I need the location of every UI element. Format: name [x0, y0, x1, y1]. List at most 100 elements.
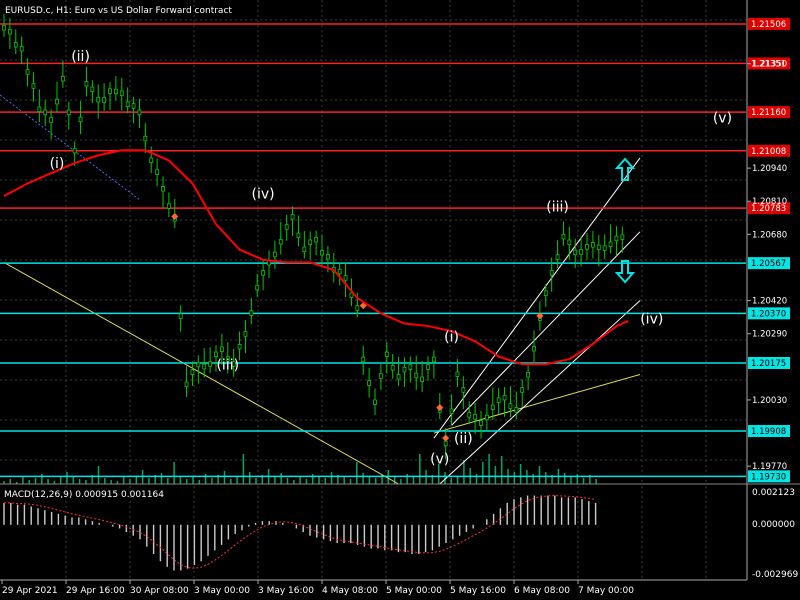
candle-body: [190, 369, 195, 375]
candle-body: [608, 241, 613, 247]
candle-body: [272, 251, 277, 258]
candle-body: [508, 403, 513, 409]
candle-body: [567, 239, 572, 245]
candle-body: [302, 246, 307, 253]
wave-label: (iv): [252, 187, 275, 203]
candle-body: [402, 366, 407, 373]
wave-label: (iv): [640, 312, 663, 328]
candle-body: [555, 254, 560, 260]
candle-body: [355, 305, 360, 311]
level-price-label: 1.20370: [751, 309, 786, 319]
time-tick-label: 4 May 08:00: [322, 586, 378, 596]
candle-body: [255, 284, 260, 291]
candle-body: [178, 313, 183, 319]
candle-body: [261, 270, 266, 276]
chart-title: EURUSD.c, H1: Euro vs US Dollar Forward …: [5, 6, 232, 16]
level-price-label: 1.21506: [751, 20, 786, 30]
wave-label: (v): [713, 110, 732, 126]
candle-body: [90, 86, 95, 93]
candle-body: [620, 234, 625, 240]
candle-body: [278, 239, 283, 245]
wave-label: (iii): [546, 199, 569, 215]
candle-body: [543, 290, 548, 296]
candle-body: [561, 233, 566, 240]
candle-body: [31, 83, 36, 89]
macd-tick-top: 0.002123: [752, 488, 795, 498]
candle-body: [308, 239, 313, 245]
level-price-label: 1.20175: [751, 359, 786, 369]
candle-body: [72, 147, 77, 154]
candle-body: [343, 275, 348, 281]
candle-body: [396, 374, 401, 380]
candle-body: [443, 440, 448, 447]
price-tick-label: 1.21350: [752, 60, 787, 70]
candle-body: [25, 69, 30, 75]
candle-body: [149, 157, 154, 163]
candle-body: [373, 399, 377, 405]
macd-label: MACD(12,26,9) 0.000915 0.001164: [4, 490, 164, 500]
time-tick-label: 7 May 00:00: [578, 586, 634, 596]
candle-body: [614, 235, 619, 242]
macd-tick-bottom: -0.002969: [752, 570, 798, 580]
time-tick-label: 30 Apr 08:00: [130, 586, 189, 596]
candle-body: [579, 249, 584, 255]
candle-body: [526, 372, 531, 378]
price-tick-label: 1.20810: [752, 197, 787, 207]
candle-body: [479, 420, 483, 426]
candle-body: [549, 270, 554, 276]
candle-body: [13, 42, 18, 48]
candle-body: [431, 356, 436, 363]
candle-body: [502, 394, 507, 401]
candle-body: [455, 371, 460, 377]
candle-body: [108, 88, 112, 94]
level-price-label: 1.19908: [751, 427, 786, 437]
candle-body: [219, 346, 224, 352]
candle-body: [237, 344, 242, 350]
candle-body: [137, 109, 142, 116]
candle-body: [596, 244, 601, 251]
level-price-label: 1.19730: [751, 472, 786, 482]
candle-body: [325, 253, 330, 260]
time-tick-label: 6 May 08:00: [514, 586, 570, 596]
time-tick-label: 3 May 16:00: [258, 586, 314, 596]
time-tick-label: 29 Apr 2021: [2, 586, 58, 596]
candle-body: [520, 387, 525, 393]
candle-body: [390, 365, 395, 371]
price-tick-label: 1.20030: [752, 396, 787, 406]
time-tick-label: 5 May 16:00: [450, 586, 506, 596]
wave-label: (ii): [71, 49, 90, 65]
candle-body: [249, 310, 254, 316]
candle-body: [378, 373, 383, 379]
candle-body: [19, 45, 24, 52]
candle-body: [420, 376, 425, 382]
level-price-label: 1.20567: [751, 259, 786, 269]
price-tick-label: 1.20680: [752, 230, 787, 240]
candle-body: [243, 331, 248, 337]
candle-body: [426, 364, 430, 370]
candle-body: [155, 169, 160, 175]
candle-body: [60, 76, 65, 82]
candle-body: [361, 356, 366, 363]
chart-window[interactable]: (ii) (i) (iv) (iii) (v) (i) (ii) (iii) (iv) (v) E…: [0, 0, 800, 600]
candle-body: [384, 351, 389, 358]
candle-body: [296, 232, 301, 239]
wave-label: (iii): [216, 357, 239, 373]
candle-body: [573, 249, 578, 256]
candle-body: [514, 407, 519, 413]
wave-label: (v): [430, 452, 449, 468]
candle-body: [496, 397, 501, 403]
candle-body: [414, 372, 419, 379]
candle-body: [55, 98, 59, 105]
candle-body: [602, 245, 607, 251]
time-tick-label: 29 Apr 16:00: [66, 586, 125, 596]
level-price-label: 1.21160: [751, 108, 786, 118]
candle-body: [161, 186, 165, 192]
candle-body: [49, 117, 54, 123]
candle-body: [532, 346, 536, 352]
wave-label: (i): [50, 156, 65, 172]
time-tick-label: 5 May 00:00: [386, 586, 442, 596]
candle-body: [131, 103, 136, 109]
candle-body: [2, 25, 6, 31]
candle-body: [367, 380, 372, 386]
candle-body: [314, 237, 319, 243]
